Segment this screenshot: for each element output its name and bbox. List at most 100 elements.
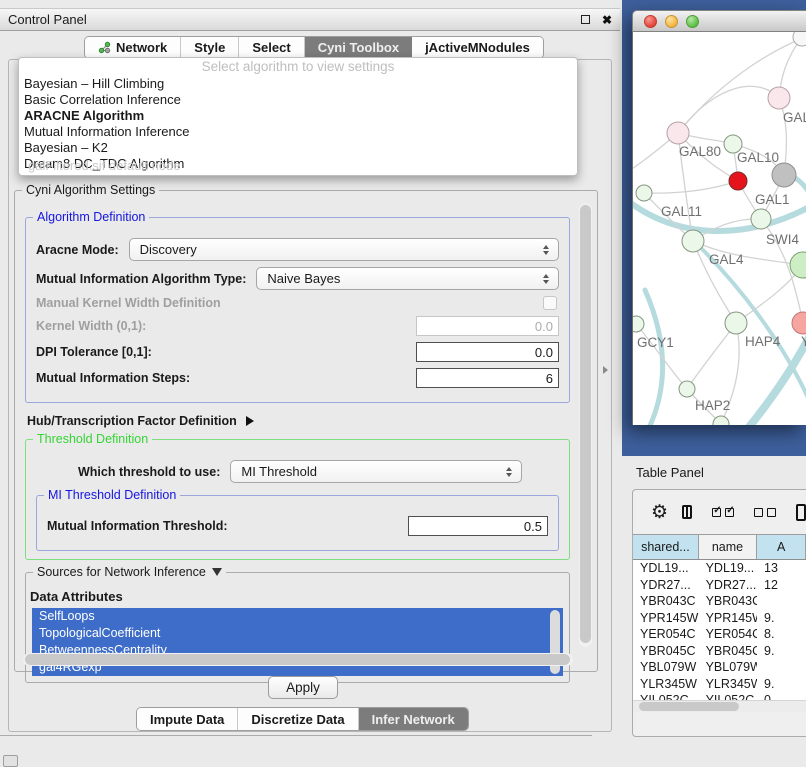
column-header-a[interactable]: A [757,535,806,559]
network-node[interactable] [772,163,796,187]
dpi-tolerance-field[interactable]: 0.0 [416,342,559,362]
table-row[interactable]: YER054CYER054C8. [633,626,806,643]
mi-type-row: Mutual Information Algorithm Type: Naive… [36,267,559,290]
mi-threshold-field[interactable]: 0.5 [408,516,548,536]
tab-jactivemnodules[interactable]: jActiveMNodules [412,37,543,58]
algorithm-option-aracne-algorithm[interactable]: ARACNE Algorithm [19,108,577,124]
scrollbar-thumb[interactable] [25,654,570,665]
table-row[interactable]: YLR345WYLR345W9. [633,676,806,693]
scrollbar-thumb[interactable] [580,205,591,643]
network-node[interactable] [679,381,695,397]
node-label-gal80: GAL80 [679,144,721,159]
mi-steps-field[interactable]: 6 [416,368,559,388]
algorithm-option-dream8-dc-tdc-algorithm[interactable]: Dream8 DC_TDC Algorithm [19,156,577,172]
settings-scroll-viewport: Algorithm Definition Aracne Mode: Discov… [25,205,570,649]
tab-infer-network[interactable]: Infer Network [359,708,468,730]
table-cell: YBR045C [633,643,699,660]
table-cell: YDR27... [633,577,699,594]
which-threshold-row: Which threshold to use: MI Threshold [36,460,559,483]
tab-network[interactable]: Network [85,37,181,58]
settings-group-title: Cyni Algorithm Settings [22,183,159,197]
network-node[interactable] [725,312,747,334]
panel-tabs: Network Style Select Cyni Toolbox jActiveMNo… [84,36,544,59]
network-node[interactable] [667,122,689,144]
algorithm-definition-group: Algorithm Definition Aracne Mode: Discov… [25,217,570,403]
mac-minimize-button[interactable] [665,15,678,28]
settings-vertical-scrollbar[interactable] [579,203,592,647]
mi-type-select[interactable]: Naive Bayes [256,267,559,290]
mac-close-button[interactable] [644,15,657,28]
which-threshold-select[interactable]: MI Threshold [230,460,522,483]
network-node[interactable] [729,172,747,190]
algorithm-option-mutual-information-inference[interactable]: Mutual Information Inference [19,124,577,140]
tab-style[interactable]: Style [181,37,239,58]
table-cell: 8. [757,626,806,643]
tab-label: Cyni Toolbox [318,40,399,55]
network-node[interactable] [713,416,729,425]
attribute-item-selfloops[interactable]: SelfLoops [32,608,563,625]
algorithm-option-bayesian-k2[interactable]: Bayesian – K2 [19,140,577,156]
table-row[interactable]: YBL079WYBL079W [633,659,806,676]
column-header-shared[interactable]: shared... [633,535,699,559]
table-cell [757,659,806,676]
table-row[interactable]: YDR27...YDR27...12 [633,577,806,594]
tab-label: jActiveMNodules [425,40,530,55]
network-node[interactable] [768,87,790,109]
collapse-arrow-icon [212,568,222,576]
apply-button[interactable]: Apply [268,676,338,699]
tab-label: Style [194,40,225,55]
node-label-hap2: HAP2 [695,398,730,413]
network-tab-icon [98,41,111,54]
network-node[interactable] [792,312,806,334]
tab-impute-data[interactable]: Impute Data [137,708,238,730]
network-node[interactable] [793,32,806,46]
mac-zoom-button[interactable] [686,15,699,28]
dpi-tolerance-label: DPI Tolerance [0,1]: [36,345,152,359]
attribute-item-topologicalcoefficient[interactable]: TopologicalCoefficient [32,625,563,642]
tab-cyni-toolbox[interactable]: Cyni Toolbox [305,37,412,58]
kernel-width-field[interactable]: 0.0 [416,316,559,336]
scrollbar-thumb[interactable] [639,702,739,711]
columns-icon[interactable] [682,505,692,519]
table-cell: 12 [757,577,806,594]
network-node[interactable] [790,252,806,278]
column-header-name[interactable]: name [699,535,757,559]
table-cell [757,593,806,610]
window-grip-icon[interactable] [3,755,18,767]
network-window-titlebar[interactable] [632,10,806,32]
tab-label: Select [252,40,290,55]
table-row[interactable]: YDL19...YDL19...13 [633,560,806,577]
float-window-icon[interactable] [581,15,590,24]
gear-icon[interactable]: ⚙ [651,503,668,522]
threshold-definition-group: Threshold Definition Which threshold to … [25,439,570,560]
mi-threshold-definition-group: MI Threshold Definition Mutual Informati… [36,495,559,551]
algorithm-option-basic-correlation-inference[interactable]: Basic Correlation Inference [19,92,577,108]
kernel-width-row: Kernel Width (0,1): 0.0 [36,316,559,336]
sources-group-title-row[interactable]: Sources for Network Inference [33,565,226,579]
table-horizontal-scrollbar[interactable] [633,700,806,712]
table-row[interactable]: YBR043CYBR043C [633,593,806,610]
table-row[interactable]: YPR145WYPR145W9. [633,610,806,627]
aracne-mode-select[interactable]: Discovery [129,238,559,261]
manual-kernel-checkbox[interactable] [543,296,557,310]
algorithm-option-bayesian-hill-climbing[interactable]: Bayesian – Hill Climbing [19,76,577,92]
tab-select[interactable]: Select [239,37,304,58]
document-icon[interactable] [796,504,806,521]
hub-definition-label: Hub/Transcription Factor Definition [27,414,237,428]
settings-horizontal-scrollbar[interactable] [23,653,573,666]
network-node[interactable] [633,316,644,332]
network-node[interactable] [636,185,652,201]
splitpane-handle-icon[interactable] [603,366,608,374]
table-cell: 13 [757,560,806,577]
network-canvas[interactable]: GALGAL80GAL10GAL1GAL11SWI4GAL4GCY1HAP4YH… [632,32,806,425]
table-row[interactable]: YBR045CYBR045C9. [633,643,806,660]
table-row[interactable]: YIL052CYIL052C0. [633,692,806,700]
deselect-all-icon[interactable] [754,508,776,517]
close-icon[interactable]: ✖ [602,13,612,27]
select-all-icon[interactable] [712,508,734,517]
tab-label: Network [116,40,167,55]
tab-discretize-data[interactable]: Discretize Data [238,708,358,730]
hub-definition-toggle[interactable]: Hub/Transcription Factor Definition [27,414,570,428]
network-node[interactable] [682,230,704,252]
network-node[interactable] [751,209,771,229]
